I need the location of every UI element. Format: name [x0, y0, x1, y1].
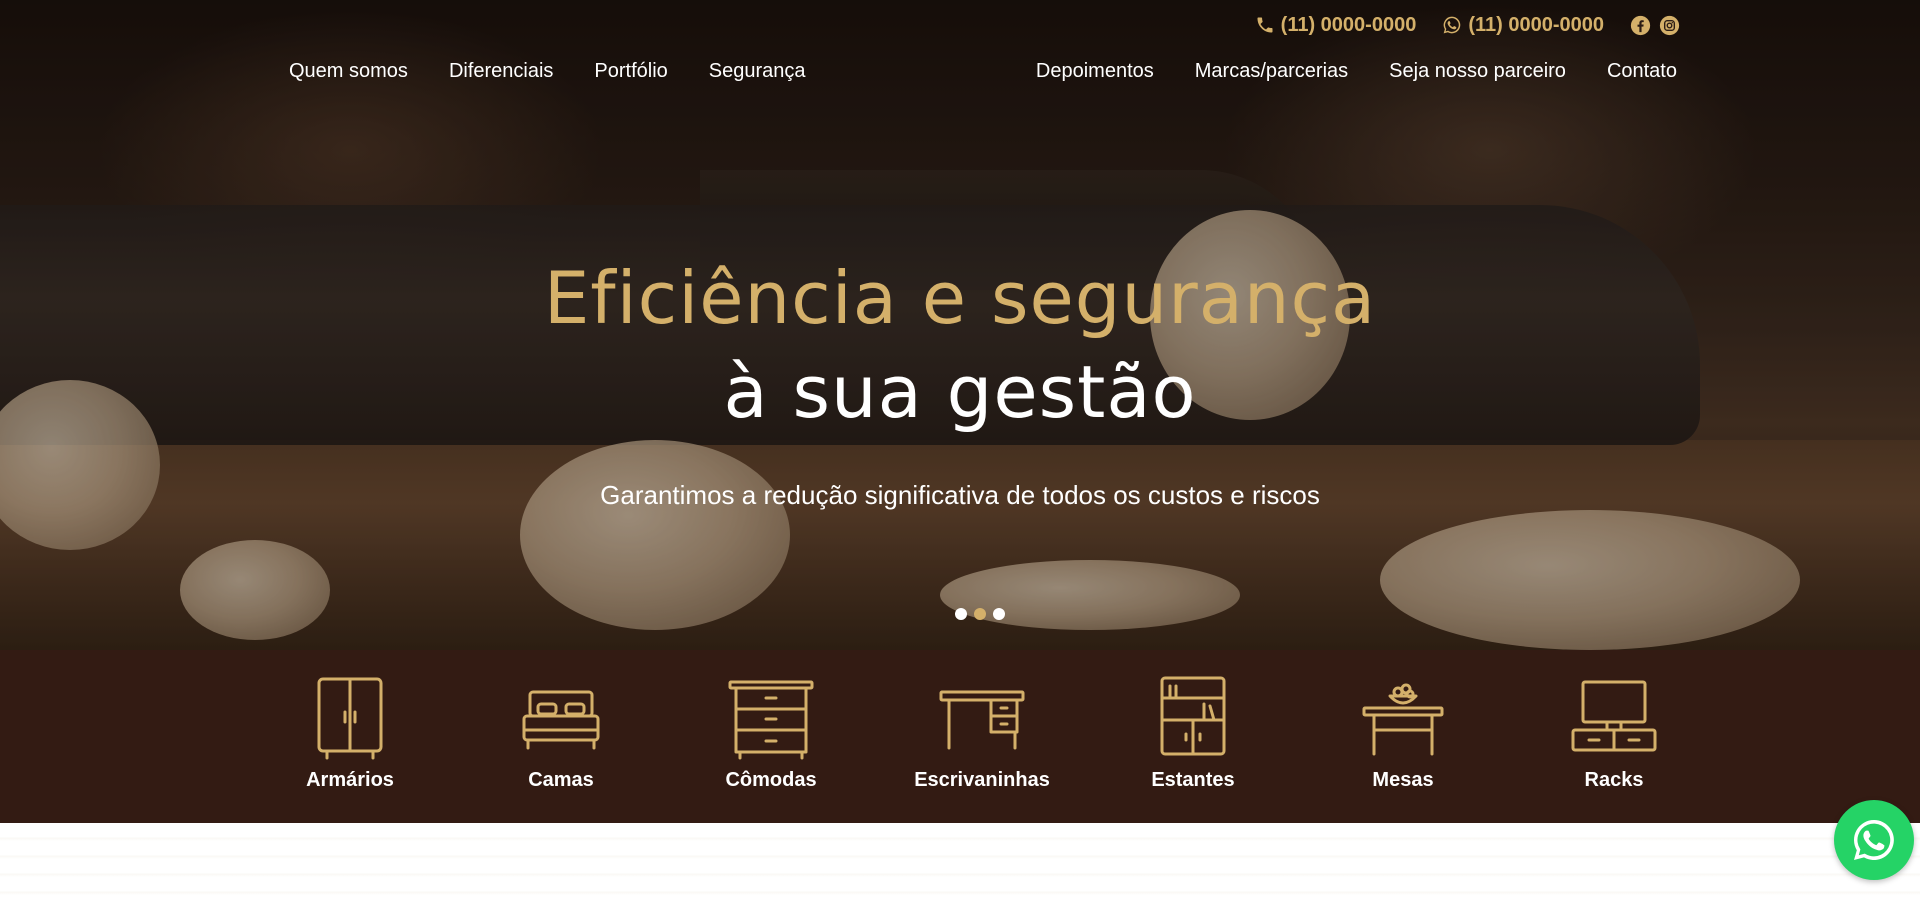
dresser-icon — [728, 680, 814, 760]
contact-bar: (11) 0000-0000 (11) 0000-0000 — [1255, 12, 1680, 38]
carousel-dot-3[interactable] — [993, 608, 1005, 620]
phone-icon — [1257, 17, 1273, 33]
table-icon — [1362, 683, 1444, 756]
category-racks[interactable]: Racks — [1529, 674, 1699, 792]
category-camas[interactable]: Camas — [476, 674, 646, 792]
desk-icon — [939, 690, 1025, 750]
nav-item-portfolio[interactable]: Portfólio — [594, 60, 667, 86]
bed-icon — [522, 690, 600, 750]
nav-item-seja-parceiro[interactable]: Seja nosso parceiro — [1389, 60, 1566, 86]
whatsapp-number: (11) 0000-0000 — [1468, 13, 1604, 36]
phone-contact[interactable]: (11) 0000-0000 — [1255, 13, 1417, 37]
category-bar: Armários Camas Cômodas Escrivaninhas Est… — [0, 650, 1920, 823]
social-links — [1630, 15, 1680, 36]
phone-number: (11) 0000-0000 — [1280, 13, 1417, 36]
hero-title-line-2: à sua gestão — [723, 350, 1197, 434]
facebook-icon[interactable] — [1630, 15, 1651, 36]
nav-item-depoimentos[interactable]: Depoimentos — [1036, 60, 1154, 86]
nav-item-quem-somos[interactable]: Quem somos — [289, 60, 408, 86]
main-nav-right: Depoimentos Marcas/parcerias Seja nosso … — [1036, 60, 1677, 86]
whatsapp-icon — [1854, 820, 1894, 860]
category-mesas[interactable]: Mesas — [1318, 674, 1488, 792]
category-armarios[interactable]: Armários — [265, 674, 435, 792]
category-estantes[interactable]: Estantes — [1108, 674, 1278, 792]
nav-item-marcas-parcerias[interactable]: Marcas/parcerias — [1195, 60, 1348, 86]
category-label: Camas — [528, 769, 594, 791]
category-label: Armários — [306, 769, 394, 791]
hero-title-line-1: Eficiência e segurança — [543, 256, 1377, 340]
category-label: Estantes — [1151, 769, 1235, 791]
whatsapp-float-button[interactable] — [1834, 800, 1914, 880]
instagram-icon[interactable] — [1659, 15, 1680, 36]
carousel-dot-2[interactable] — [974, 608, 986, 620]
hero-subtitle: Garantimos a redução significativa de to… — [600, 480, 1320, 510]
category-label: Racks — [1584, 769, 1644, 791]
category-comodas[interactable]: Cômodas — [686, 674, 856, 792]
nav-item-contato[interactable]: Contato — [1607, 60, 1677, 86]
tv-rack-icon — [1571, 680, 1657, 752]
carousel-dot-1[interactable] — [955, 608, 967, 620]
nav-item-seguranca[interactable]: Segurança — [709, 60, 806, 86]
category-escrivaninhas[interactable]: Escrivaninhas — [897, 674, 1067, 792]
main-nav-left: Quem somos Diferenciais Portfólio Segura… — [289, 60, 806, 86]
carousel-dots — [955, 608, 1005, 620]
category-label: Cômodas — [725, 769, 817, 791]
content-section-background — [0, 823, 1920, 901]
wardrobe-icon — [317, 677, 383, 760]
category-label: Escrivaninhas — [914, 769, 1050, 791]
category-label: Mesas — [1372, 769, 1434, 791]
bookshelf-icon — [1160, 676, 1226, 756]
whatsapp-contact[interactable]: (11) 0000-0000 — [1442, 14, 1604, 37]
nav-item-diferenciais[interactable]: Diferenciais — [449, 60, 553, 86]
whatsapp-icon — [1443, 16, 1461, 34]
